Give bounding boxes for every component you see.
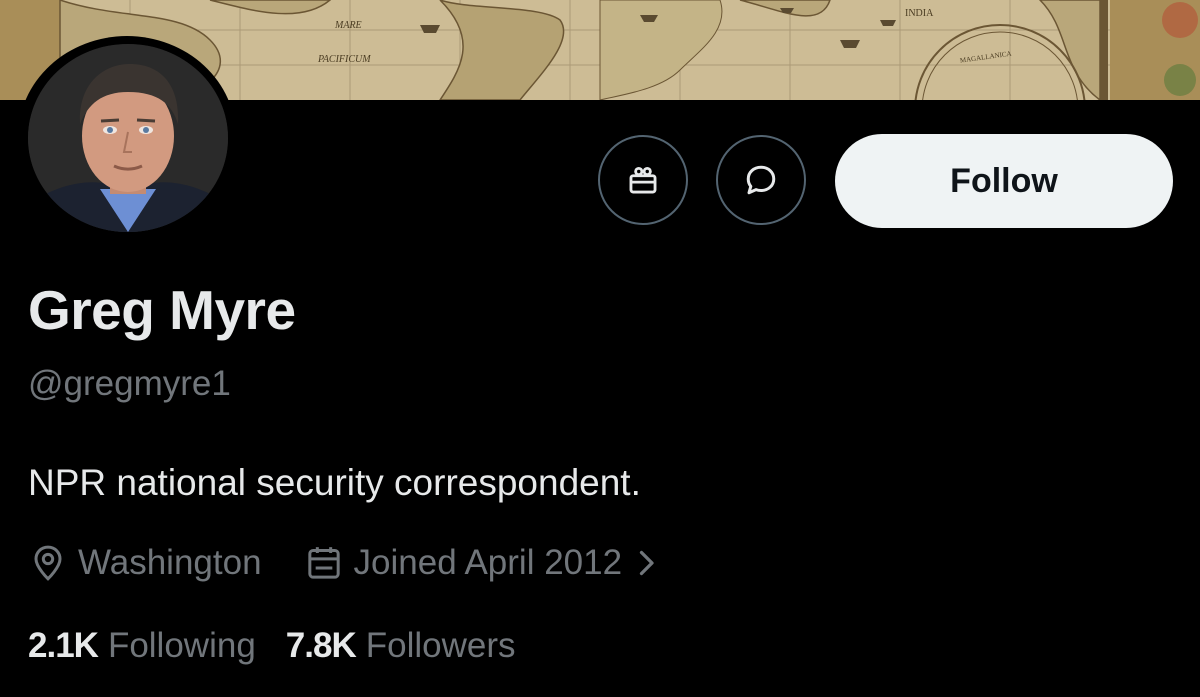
display-name: Greg Myre: [28, 279, 296, 341]
followers-label: Followers: [365, 626, 516, 665]
map-label: MARE: [334, 20, 362, 31]
gift-button[interactable]: [598, 135, 688, 225]
location: Washington: [28, 543, 262, 583]
location-text: Washington: [78, 543, 262, 582]
gift-icon: [629, 166, 657, 194]
bio: NPR national security correspondent.: [28, 462, 641, 503]
follow-stats: 2.1K Following 7.8K Followers: [28, 626, 516, 666]
followers-count: 7.8K: [285, 626, 357, 665]
profile-meta: Washington Joined April 2012: [28, 538, 666, 588]
chevron-right-icon: [639, 550, 654, 576]
avatar[interactable]: [28, 44, 228, 232]
following-label: Following: [107, 626, 256, 665]
message-button[interactable]: [716, 135, 806, 225]
avatar-image: [28, 44, 228, 232]
map-label: PACIFICUM: [317, 54, 371, 65]
follow-button[interactable]: Follow: [835, 134, 1173, 228]
joined-text: Joined April 2012: [353, 543, 623, 582]
message-icon: [746, 165, 776, 195]
calendar-icon: [307, 547, 340, 579]
joined-date[interactable]: Joined April 2012: [304, 543, 667, 583]
map-label: INDIA: [905, 8, 934, 19]
location-pin-icon: [34, 545, 62, 581]
following-link[interactable]: 2.1K Following: [28, 626, 256, 666]
followers-link[interactable]: 7.8K Followers: [286, 626, 516, 666]
user-handle: @gregmyre1: [28, 364, 231, 403]
following-count: 2.1K: [28, 626, 99, 665]
